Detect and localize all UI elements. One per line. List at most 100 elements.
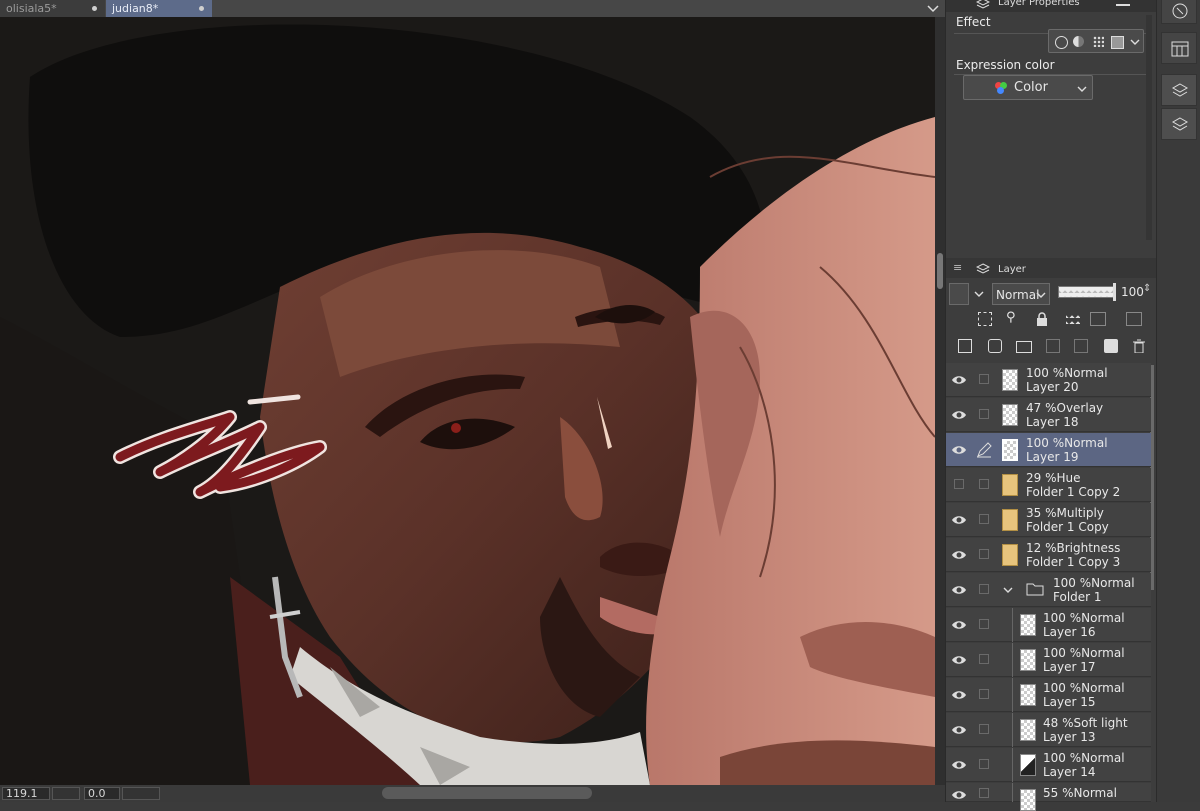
- lock-checkbox[interactable]: [979, 479, 989, 489]
- visibility-toggle-off[interactable]: [954, 479, 964, 489]
- layer-panel-button[interactable]: [1161, 108, 1197, 140]
- layer-name: Layer 17: [1043, 660, 1096, 674]
- artwork-illustration: [0, 17, 935, 785]
- lock-checkbox[interactable]: [979, 619, 989, 629]
- sub-tool-button[interactable]: [1161, 32, 1197, 64]
- visibility-eye-icon[interactable]: [951, 652, 967, 668]
- drawing-canvas[interactable]: [0, 17, 935, 785]
- merge-down-icon[interactable]: [1074, 339, 1088, 353]
- layer-properties-button[interactable]: [1161, 74, 1197, 106]
- layer-row[interactable]: 35 %Multiply Folder 1 Copy: [946, 503, 1151, 537]
- canvas-vertical-scrollbar[interactable]: [935, 17, 945, 785]
- lock-checkbox[interactable]: [979, 374, 989, 384]
- lock-checkbox[interactable]: [979, 759, 989, 769]
- lock-checkbox[interactable]: [979, 724, 989, 734]
- properties-scrollbar[interactable]: [1146, 15, 1152, 240]
- blend-mode-dropdown[interactable]: Normal: [992, 283, 1050, 305]
- visibility-eye-icon[interactable]: [951, 582, 967, 598]
- layer-row[interactable]: 100 %Normal Layer 16: [946, 608, 1151, 642]
- minimize-icon[interactable]: [1116, 4, 1130, 6]
- create-layer-mask-icon[interactable]: [1104, 339, 1118, 353]
- halftone-effect-icon[interactable]: [1093, 36, 1104, 47]
- visibility-eye-icon[interactable]: [951, 757, 967, 773]
- layer-row[interactable]: 48 %Soft light Layer 13: [946, 713, 1151, 747]
- border-effect-icon[interactable]: [1055, 36, 1068, 49]
- layer-row[interactable]: 55 %Normal: [946, 783, 1151, 811]
- document-tab-judian8[interactable]: judian8*: [106, 0, 212, 17]
- visibility-eye-icon[interactable]: [951, 407, 967, 423]
- lock-transparent-pixels-icon[interactable]: [1066, 312, 1080, 326]
- clip-to-layer-below-icon[interactable]: [978, 312, 992, 326]
- layer-panel-header: ≡ Layer: [946, 258, 1156, 278]
- tone-effect-icon[interactable]: [1073, 36, 1084, 47]
- zoom-slider[interactable]: [52, 787, 80, 800]
- layer-thumbnail: [1002, 474, 1018, 496]
- layer-row[interactable]: 100 %Normal Layer 20: [946, 363, 1151, 397]
- tab-close-icon[interactable]: [199, 6, 204, 11]
- lock-checkbox[interactable]: [979, 549, 989, 559]
- opacity-slider[interactable]: [1058, 286, 1116, 298]
- chevron-down-icon[interactable]: [1129, 37, 1141, 47]
- transfer-to-lower-layer-icon[interactable]: [1046, 339, 1060, 353]
- grid-icon: [1171, 41, 1189, 57]
- scrollbar-thumb[interactable]: [937, 253, 943, 289]
- opacity-stepper-icon[interactable]: ⇕: [1143, 283, 1151, 294]
- new-raster-layer-icon[interactable]: [958, 339, 972, 353]
- lock-checkbox[interactable]: [979, 689, 989, 699]
- layer-color-effect-icon[interactable]: [1111, 36, 1124, 49]
- layer-row[interactable]: 47 %Overlay Layer 18: [946, 398, 1151, 432]
- visibility-eye-icon[interactable]: [951, 372, 967, 388]
- layer-thumbnail: [1002, 369, 1018, 391]
- panel-menu-icon[interactable]: ≡: [953, 261, 962, 274]
- rotation-field[interactable]: 0.0: [84, 787, 120, 800]
- lock-checkbox[interactable]: [979, 654, 989, 664]
- chevron-down-icon[interactable]: [972, 288, 986, 300]
- layer-opacity-mode: 47 %Overlay: [1026, 401, 1104, 415]
- lock-checkbox[interactable]: [979, 584, 989, 594]
- chevron-down-icon[interactable]: [924, 0, 942, 17]
- visibility-eye-icon[interactable]: [951, 722, 967, 738]
- canvas-horizontal-scrollbar-thumb[interactable]: [382, 787, 592, 799]
- layer-row-selected[interactable]: 100 %Normal Layer 19: [946, 433, 1151, 467]
- reference-layer-icon[interactable]: ⚲: [1006, 310, 1016, 325]
- lock-checkbox[interactable]: [979, 788, 989, 798]
- blend-mode-value: Normal: [996, 288, 1040, 302]
- document-tab-olisiala5[interactable]: olisiala5*: [0, 0, 105, 17]
- lock-checkbox[interactable]: [979, 409, 989, 419]
- pencil-icon: [977, 442, 992, 458]
- layer-thumbnail: [1002, 404, 1018, 426]
- visibility-eye-icon[interactable]: [951, 687, 967, 703]
- folder-row[interactable]: 100 %Normal Folder 1: [946, 573, 1151, 607]
- effect-selector[interactable]: [1048, 29, 1144, 53]
- visibility-eye-icon[interactable]: [951, 512, 967, 528]
- visibility-eye-icon[interactable]: [951, 547, 967, 563]
- layer-row[interactable]: 29 %Hue Folder 1 Copy 2: [946, 468, 1151, 502]
- new-folder-icon[interactable]: [1016, 341, 1032, 353]
- lock-icon[interactable]: [1036, 312, 1048, 326]
- layer-row[interactable]: 100 %Normal Layer 15: [946, 678, 1151, 712]
- visibility-eye-icon[interactable]: [951, 787, 967, 803]
- rotation-slider[interactable]: [122, 787, 160, 800]
- ruler-display-icon[interactable]: [1126, 312, 1142, 326]
- tab-close-icon[interactable]: [92, 6, 97, 11]
- opacity-value[interactable]: 100: [1121, 285, 1144, 299]
- visibility-eye-icon[interactable]: [951, 442, 967, 458]
- zoom-field[interactable]: 119.1: [2, 787, 50, 800]
- visibility-eye-icon[interactable]: [951, 617, 967, 633]
- chevron-down-icon[interactable]: [1002, 585, 1014, 595]
- lock-checkbox[interactable]: [979, 514, 989, 524]
- mask-enable-icon[interactable]: [1090, 312, 1106, 326]
- layer-opacity-mode: 48 %Soft light: [1043, 716, 1128, 730]
- layer-row[interactable]: 100 %Normal Layer 14: [946, 748, 1151, 782]
- layer-thumbnail: [1020, 789, 1036, 811]
- navigator-button[interactable]: [1161, 0, 1197, 24]
- opacity-slider-handle[interactable]: [1113, 283, 1116, 301]
- document-tab-bar: olisiala5* judian8*: [0, 0, 945, 17]
- new-vector-layer-icon[interactable]: [988, 339, 1002, 353]
- expression-color-dropdown[interactable]: Color: [963, 75, 1093, 100]
- layer-row[interactable]: 100 %Normal Layer 17: [946, 643, 1151, 677]
- layer-thumbnail: [1002, 509, 1018, 531]
- layer-color-swatch[interactable]: [949, 283, 969, 305]
- layer-row[interactable]: 12 %Brightness Folder 1 Copy 3: [946, 538, 1151, 572]
- trash-icon[interactable]: [1133, 339, 1145, 353]
